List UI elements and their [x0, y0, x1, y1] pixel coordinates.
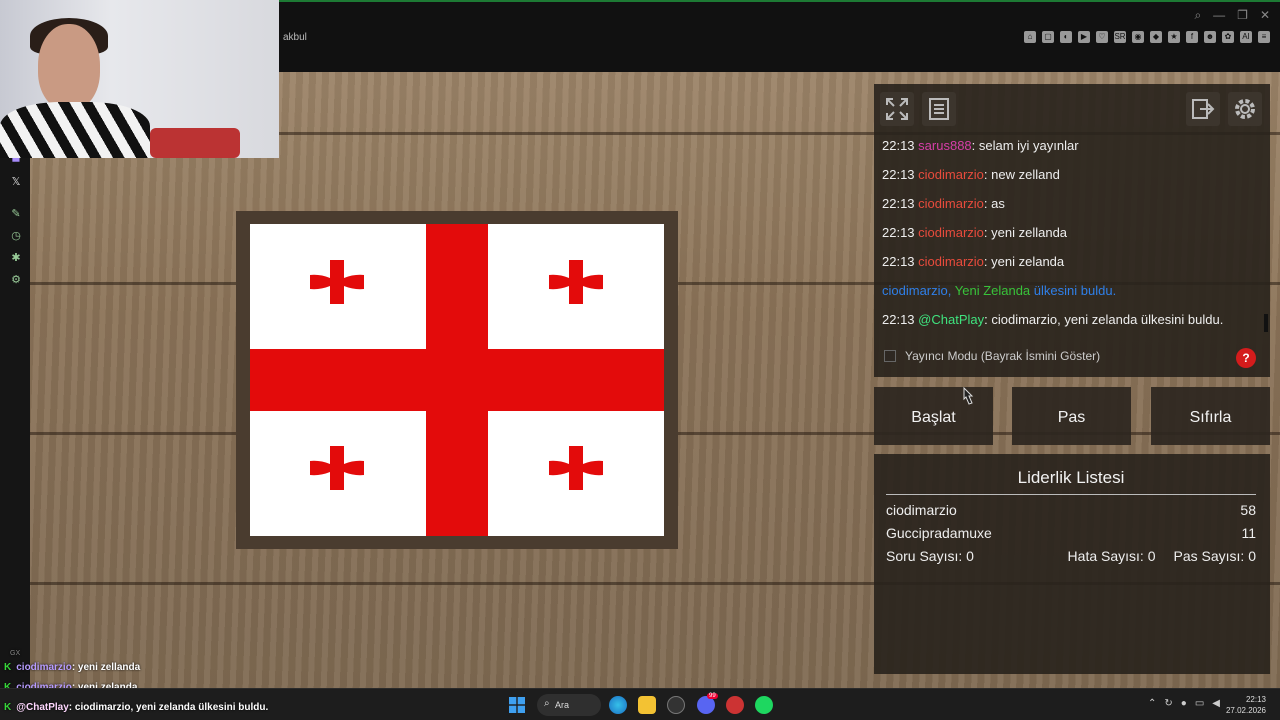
font-icon[interactable]: f: [1186, 31, 1198, 43]
gear-icon: [1235, 99, 1255, 119]
overlay-tag: GX: [10, 650, 21, 657]
streamer-mode-checkbox[interactable]: [884, 350, 896, 362]
clock-icon[interactable]: ◷: [10, 230, 22, 242]
extension-toolbar: ⌂ ▢ ◐ ▶ ♡ SR ◉ ◆ ★ f ☻ ✿ AI ≡: [1024, 31, 1270, 43]
tab-title[interactable]: akbul: [283, 32, 307, 43]
shield-icon[interactable]: ◐: [1060, 31, 1072, 43]
document-icon: [929, 98, 949, 120]
chat-username: ciodimarzio: [918, 196, 984, 211]
chat-message: 22:13 ciodimarzio: yeni zellanda: [882, 225, 1068, 240]
sr-extension-icon[interactable]: SR: [1114, 31, 1126, 43]
overlay-chat-line: Kciodimarzio: yeni zellanda: [4, 662, 141, 673]
face-icon[interactable]: ☻: [1204, 31, 1216, 43]
flower-icon[interactable]: ✿: [1222, 31, 1234, 43]
pass-button[interactable]: Pas: [1012, 387, 1131, 445]
overlay-chat-line: K @ChatPlay: ciodimarzio, yeni zelanda ül…: [4, 702, 269, 713]
discord-badge: 99: [707, 693, 718, 699]
webcam-feed: [0, 0, 279, 158]
chat-messages: 22:13 sarus888: selam iyi yayınlar 22:13…: [882, 138, 1262, 341]
diamond-icon[interactable]: ◆: [1150, 31, 1162, 43]
spotify-icon[interactable]: [755, 696, 773, 714]
close-icon[interactable]: ✕: [1260, 8, 1270, 23]
chat-message: 22:13 ciodimarzio: yeni zelanda: [882, 254, 1065, 269]
questions-stat: Soru Sayısı: 0: [886, 548, 974, 564]
chat-message: 22:13 sarus888: selam iyi yayınlar: [882, 138, 1079, 153]
list-button[interactable]: [922, 92, 956, 126]
webcam-shirt: [0, 102, 150, 158]
leaderboard-stats: Soru Sayısı: 0 Hata Sayısı: 0 Pas Sayısı…: [886, 548, 1256, 564]
home-icon[interactable]: ⌂: [1024, 31, 1036, 43]
webcam-face: [38, 24, 100, 110]
settings-icon[interactable]: ⚙: [10, 274, 22, 286]
exit-icon: [1192, 99, 1215, 119]
leaderboard-title: Liderlik Listesi: [886, 468, 1256, 495]
chat-username: ciodimarzio: [918, 225, 984, 240]
chat-username: ciodimarzio: [918, 167, 984, 182]
volume-icon[interactable]: ◀: [1212, 698, 1220, 709]
star-icon[interactable]: ★: [1168, 31, 1180, 43]
network-icon[interactable]: ▭: [1195, 698, 1204, 709]
leaderboard-panel: Liderlik Listesi ciodimarzio 58 Guccipra…: [874, 454, 1270, 674]
chat-message: 22:13 ciodimarzio: as: [882, 196, 1005, 211]
record-icon[interactable]: ◉: [1132, 31, 1144, 43]
obs-icon[interactable]: [667, 696, 685, 714]
fullscreen-button[interactable]: [880, 92, 914, 126]
chat-message: 22:13 ciodimarzio: new zelland: [882, 167, 1060, 182]
streamer-mode-toggle[interactable]: Yayıncı Modu (Bayrak İsmini Göster): [884, 349, 1100, 363]
webcam-object: [150, 128, 240, 158]
chat-panel: 22:13 sarus888: selam iyi yayınlar 22:13…: [874, 84, 1270, 377]
puzzle-icon[interactable]: ✱: [10, 252, 22, 264]
search-icon[interactable]: ⌕: [1194, 8, 1201, 23]
sync-icon[interactable]: ↻: [1164, 698, 1172, 709]
chevron-up-icon[interactable]: ⌃: [1148, 698, 1156, 709]
search-icon: ⌕: [544, 698, 550, 709]
leaderboard-row: Guccipradamuxe 11: [886, 525, 1256, 541]
errors-stat: Hata Sayısı: 0: [1067, 548, 1156, 564]
chat-bot-message: 22:13 @ChatPlay: ciodimarzio, yeni zelan…: [882, 312, 1224, 327]
browser-sidebar: ◼ 𝕏 ✎ ◷ ✱ ⚙: [0, 72, 30, 688]
edge-icon[interactable]: [609, 696, 627, 714]
taskbar-clock[interactable]: 22:13 27.02.2026: [1226, 694, 1266, 716]
exit-button[interactable]: [1186, 92, 1220, 126]
opera-gx-icon[interactable]: [726, 696, 744, 714]
chat-username: @ChatPlay: [918, 312, 985, 327]
link-icon[interactable]: ✎: [10, 208, 22, 220]
taskbar-search[interactable]: ⌕ Ara: [537, 694, 601, 716]
window-controls: ⌕ — ❐ ✕: [1194, 8, 1270, 23]
help-button[interactable]: ?: [1236, 348, 1256, 368]
cursor-icon: [963, 386, 974, 405]
passes-stat: Pas Sayısı: 0: [1173, 548, 1257, 564]
georgia-flag-image: [250, 224, 664, 536]
screenshot-icon[interactable]: ▢: [1042, 31, 1054, 43]
heart-icon[interactable]: ♡: [1096, 31, 1108, 43]
fullscreen-icon: [886, 98, 908, 120]
windows-start-icon[interactable]: [509, 697, 525, 713]
chat-username: ciodimarzio: [918, 254, 984, 269]
kick-icon: K: [4, 702, 12, 713]
file-explorer-icon[interactable]: [638, 696, 656, 714]
kick-icon: K: [4, 662, 12, 673]
streamer-mode-label: Yayıncı Modu (Bayrak İsmini Göster): [905, 349, 1101, 363]
ai-icon[interactable]: AI: [1240, 31, 1252, 43]
minimize-icon[interactable]: —: [1213, 8, 1225, 23]
chat-scrollbar[interactable]: [1264, 314, 1268, 332]
chat-username: sarus888: [918, 138, 972, 153]
settings-button[interactable]: [1228, 92, 1262, 126]
restore-icon[interactable]: ❐: [1237, 8, 1248, 23]
x-icon[interactable]: 𝕏: [10, 176, 22, 188]
play-icon[interactable]: ▶: [1078, 31, 1090, 43]
microphone-icon[interactable]: ●: [1181, 698, 1187, 709]
reset-button[interactable]: Sıfırla: [1151, 387, 1270, 445]
system-tray: ⌃ ↻ ● ▭ ◀: [1148, 698, 1220, 709]
leaderboard-row: ciodimarzio 58: [886, 502, 1256, 518]
chat-found-notice: ciodimarzio, Yeni Zelanda ülkesini buldu…: [882, 283, 1117, 298]
menu-icon[interactable]: ≡: [1258, 31, 1270, 43]
